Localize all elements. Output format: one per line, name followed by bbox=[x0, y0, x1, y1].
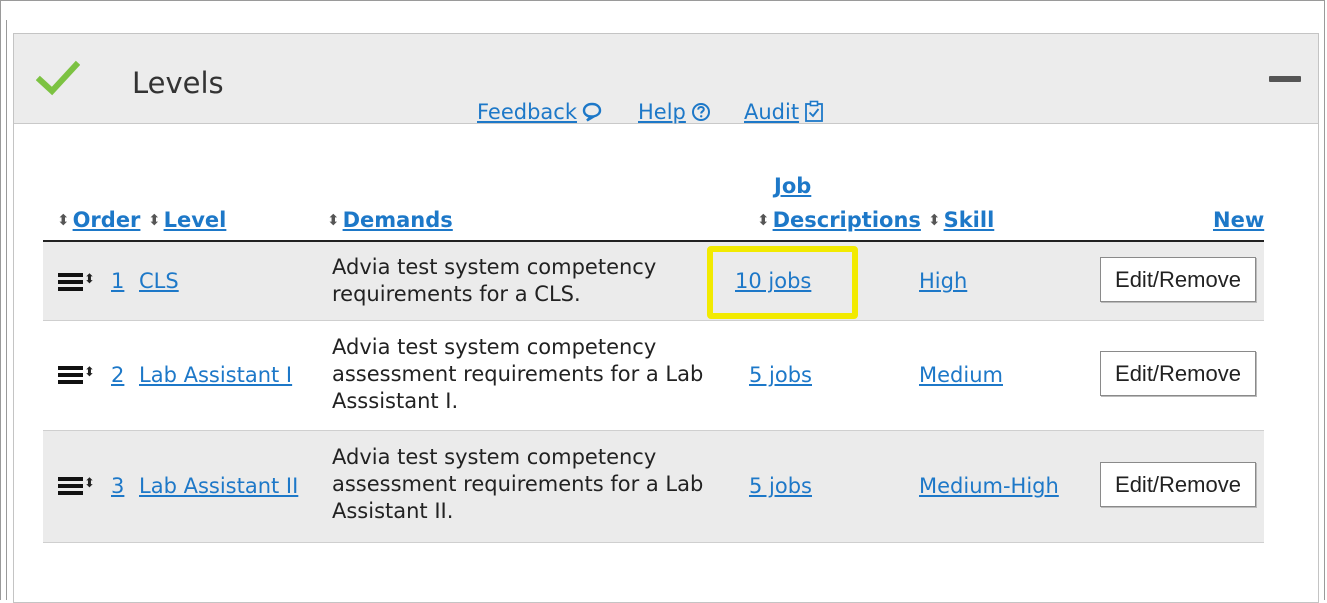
demands-line: Assistant II. bbox=[332, 499, 454, 523]
row-skill-link[interactable]: Medium-High bbox=[919, 473, 1059, 500]
demands-line: requirements for a CLS. bbox=[332, 282, 581, 306]
row-demands: Advia test system competency assessment … bbox=[332, 444, 703, 525]
help-link[interactable]: Help bbox=[638, 98, 711, 126]
speech-bubble-icon bbox=[582, 102, 602, 122]
row-order[interactable]: 2 bbox=[111, 362, 124, 389]
new-column-header[interactable]: New bbox=[1213, 206, 1264, 234]
row-order[interactable]: 1 bbox=[111, 268, 124, 295]
row-jobs-link[interactable]: 5 jobs bbox=[749, 362, 812, 389]
row-demands: Advia test system competency assessment … bbox=[332, 334, 703, 415]
help-label[interactable]: Help bbox=[638, 100, 686, 124]
feedback-link[interactable]: Feedback bbox=[477, 98, 602, 126]
audit-label[interactable]: Audit bbox=[744, 100, 799, 124]
demands-line: Advia test system competency bbox=[332, 255, 657, 279]
feedback-label[interactable]: Feedback bbox=[477, 100, 577, 124]
edit-remove-button[interactable]: Edit/Remove bbox=[1100, 351, 1256, 396]
sort-arrows-icon[interactable]: ⬍ bbox=[928, 211, 941, 229]
demands-column-header[interactable]: ⬍ Demands bbox=[327, 206, 453, 234]
panel-title: Levels bbox=[132, 66, 224, 100]
sort-arrows-icon[interactable]: ⬍ bbox=[84, 272, 95, 287]
order-header-link[interactable]: Order bbox=[73, 208, 141, 232]
row-level-link[interactable]: Lab Assistant I bbox=[139, 362, 292, 389]
level-column-header[interactable]: ⬍ Level bbox=[148, 206, 226, 234]
row-skill-link[interactable]: High bbox=[919, 268, 967, 295]
sort-arrows-icon[interactable]: ⬍ bbox=[327, 211, 340, 229]
sort-arrows-icon[interactable]: ⬍ bbox=[84, 476, 95, 491]
audit-link[interactable]: Audit bbox=[744, 98, 824, 126]
highlight-annotation bbox=[707, 246, 858, 319]
demands-line: assessment requirements for a Lab bbox=[332, 472, 704, 496]
row-order[interactable]: 3 bbox=[111, 473, 124, 500]
drag-handle-icon[interactable] bbox=[58, 273, 83, 291]
order-column-header[interactable]: ⬍ Order bbox=[57, 206, 140, 234]
minus-icon[interactable] bbox=[1269, 76, 1301, 82]
demands-line: Advia test system competency bbox=[332, 335, 657, 359]
sort-arrows-icon[interactable]: ⬍ bbox=[148, 211, 161, 229]
skill-column-header[interactable]: ⬍ Skill bbox=[928, 206, 994, 234]
row-level-link[interactable]: Lab Assistant II bbox=[139, 473, 298, 500]
level-header-link[interactable]: Level bbox=[164, 208, 227, 232]
demands-line: assessment requirements for a Lab bbox=[332, 362, 704, 386]
drag-handle-icon[interactable] bbox=[58, 477, 83, 495]
clipboard-check-icon bbox=[805, 100, 823, 122]
table-row: ⬍ 2 Lab Assistant I Advia test system co… bbox=[43, 321, 1264, 431]
row-jobs-link[interactable]: 5 jobs bbox=[749, 473, 812, 500]
job-descriptions-column-header[interactable]: ⬍ Descriptions bbox=[757, 206, 921, 234]
help-icon bbox=[691, 103, 710, 121]
table-row: ⬍ 1 CLS Advia test system competency req… bbox=[43, 242, 1264, 321]
job-descriptions-header-line1[interactable]: Job bbox=[774, 172, 811, 200]
row-skill-link[interactable]: Medium bbox=[919, 362, 1003, 389]
demands-line: Asssistant I. bbox=[332, 389, 459, 413]
table-row: ⬍ 3 Lab Assistant II Advia test system c… bbox=[43, 431, 1264, 543]
skill-header-link[interactable]: Skill bbox=[944, 208, 995, 232]
descriptions-header-link[interactable]: Descriptions bbox=[773, 208, 921, 232]
demands-header-link[interactable]: Demands bbox=[343, 208, 453, 232]
sort-arrows-icon[interactable]: ⬍ bbox=[757, 211, 770, 229]
row-level-link[interactable]: CLS bbox=[139, 268, 179, 295]
new-link[interactable]: New bbox=[1213, 208, 1264, 232]
edit-remove-button[interactable]: Edit/Remove bbox=[1100, 257, 1256, 302]
check-icon bbox=[36, 60, 80, 96]
demands-line: Advia test system competency bbox=[332, 445, 657, 469]
job-header-link[interactable]: Job bbox=[774, 174, 811, 198]
sort-arrows-icon[interactable]: ⬍ bbox=[57, 211, 70, 229]
frame-divider bbox=[6, 20, 7, 600]
drag-handle-icon[interactable] bbox=[58, 366, 83, 384]
sort-arrows-icon[interactable]: ⬍ bbox=[84, 365, 95, 380]
edit-remove-button[interactable]: Edit/Remove bbox=[1100, 462, 1256, 507]
row-demands: Advia test system competency requirement… bbox=[332, 254, 656, 308]
